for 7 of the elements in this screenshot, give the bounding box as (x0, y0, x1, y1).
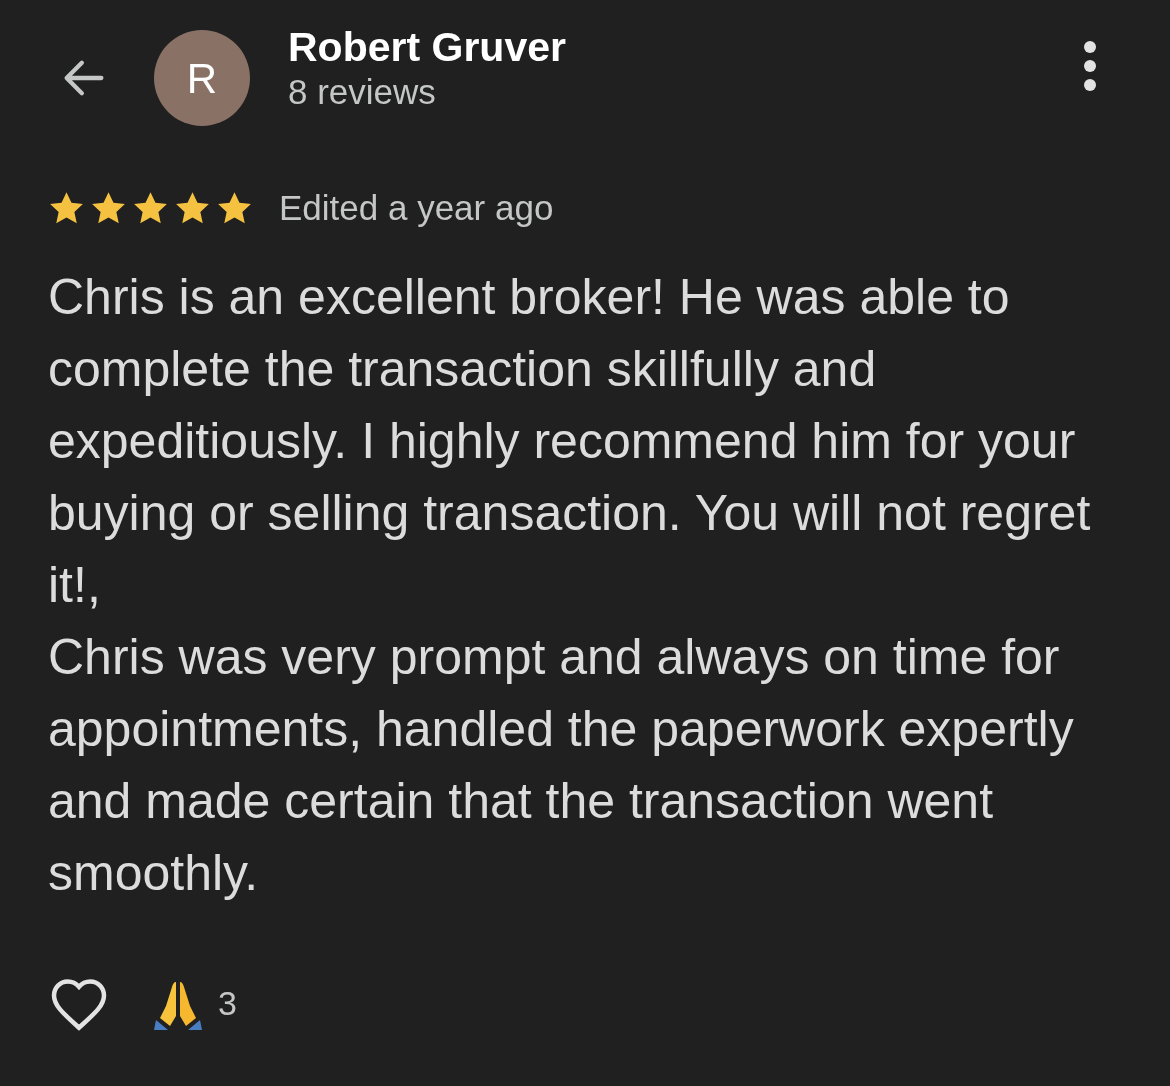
avatar: R (154, 30, 250, 126)
review-time: Edited a year ago (279, 187, 554, 229)
more-options-icon (1083, 40, 1097, 92)
review-text: Chris is an excellent broker! He was able to complete the transaction skillfully and expeditiously. I highly recommend him for your buying or selling transaction. You will not regret it!, Chris was very prompt and always on time for appointments, handled the paperwork expertly and made certain that the transaction went smoothly. (48, 267, 1092, 903)
reaction-count: 3 (218, 983, 237, 1024)
review-count: 8 reviews (288, 71, 437, 113)
reviewer-name: Robert Gruver (288, 23, 566, 71)
